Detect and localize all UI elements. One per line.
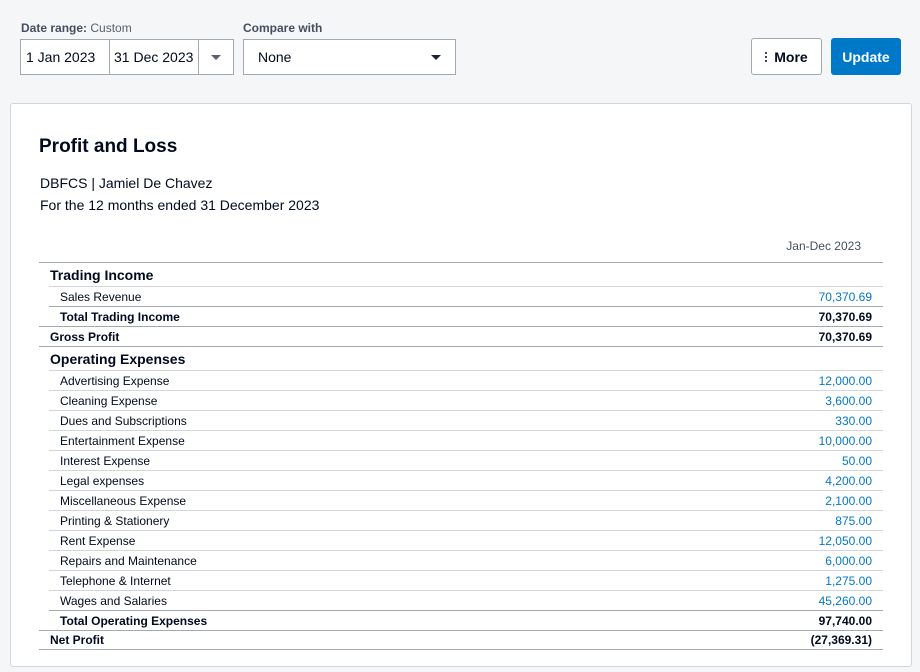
table-row: Miscellaneous Expense 2,100.00	[49, 490, 883, 510]
section-heading-operating-expenses: Operating Expenses	[39, 346, 883, 370]
date-range-dropdown-button[interactable]	[199, 40, 233, 74]
table-row: Printing & Stationery 875.00	[49, 510, 883, 530]
account-amount-link[interactable]: 70,370.69	[819, 290, 872, 304]
operating-expenses-items: Advertising Expense 12,000.00 Cleaning Exp…	[39, 370, 883, 610]
account-name: Repairs and Maintenance	[60, 553, 197, 568]
account-name: Advertising Expense	[60, 373, 170, 388]
account-amount-link[interactable]: 10,000.00	[819, 434, 872, 448]
more-button[interactable]: More	[751, 38, 822, 75]
account-name: Miscellaneous Expense	[60, 493, 187, 508]
account-amount-link[interactable]: 45,260.00	[819, 594, 872, 608]
report-title: Profit and Loss	[39, 136, 178, 157]
trading-income-items: Sales Revenue 70,370.69	[39, 286, 883, 306]
table-row: Wages and Salaries 45,260.00	[49, 590, 883, 610]
total-operating-expenses-row: Total Operating Expenses 97,740.00	[49, 610, 883, 630]
date-range-mode: Custom	[90, 21, 132, 35]
section-heading-trading-income: Trading Income	[39, 262, 883, 286]
table-row: Sales Revenue 70,370.69	[49, 286, 883, 306]
account-amount-link[interactable]: 50.00	[842, 454, 872, 468]
table-row: Legal expenses 4,200.00	[49, 470, 883, 490]
account-amount-link[interactable]: 12,000.00	[819, 374, 872, 388]
date-range-picker: 1 Jan 2023 31 Dec 2023	[20, 39, 234, 75]
account-amount-link[interactable]: 875.00	[835, 514, 872, 528]
chevron-down-icon	[431, 54, 441, 60]
account-name: Wages and Salaries	[60, 593, 167, 608]
account-amount-link[interactable]: 12,050.00	[819, 534, 872, 548]
account-name: Printing & Stationery	[60, 513, 170, 528]
account-name: Telephone & Internet	[60, 573, 171, 588]
total-trading-income-row: Total Trading Income 70,370.69	[49, 306, 883, 326]
table-row: Advertising Expense 12,000.00	[49, 370, 883, 390]
account-amount-link[interactable]: 1,275.00	[825, 574, 872, 588]
more-button-label: More	[774, 48, 808, 65]
account-name: Entertainment Expense	[60, 433, 185, 448]
report-period: For the 12 months ended 31 December 2023	[40, 197, 320, 213]
account-name: Cleaning Expense	[60, 393, 158, 408]
account-name: Interest Expense	[60, 453, 151, 468]
more-vertical-icon	[765, 51, 768, 62]
table-row: Cleaning Expense 3,600.00	[49, 390, 883, 410]
date-range-label: Date range: Custom	[21, 21, 132, 35]
table-row: Rent Expense 12,050.00	[49, 530, 883, 550]
account-amount-link[interactable]: 3,600.00	[825, 394, 872, 408]
net-profit-row: Net Profit (27,369.31)	[39, 630, 883, 650]
end-date-input[interactable]: 31 Dec 2023	[110, 40, 199, 74]
account-amount-link[interactable]: 2,100.00	[825, 494, 872, 508]
profit-loss-table: Trading Income Sales Revenue 70,370.69 To…	[39, 262, 883, 650]
table-row: Dues and Subscriptions 330.00	[49, 410, 883, 430]
compare-with-select[interactable]: None	[243, 39, 456, 75]
account-name: Legal expenses	[60, 473, 145, 488]
compare-with-label: Compare with	[243, 21, 323, 35]
table-row: Repairs and Maintenance 6,000.00	[49, 550, 883, 570]
account-amount-link[interactable]: 6,000.00	[825, 554, 872, 568]
start-date-input[interactable]: 1 Jan 2023	[21, 40, 110, 74]
account-amount-link[interactable]: 330.00	[835, 414, 872, 428]
table-row: Interest Expense 50.00	[49, 450, 883, 470]
table-row: Entertainment Expense 10,000.00	[49, 430, 883, 450]
compare-with-value: None	[258, 49, 292, 65]
update-button[interactable]: Update	[831, 38, 901, 75]
gross-profit-row: Gross Profit 70,370.69	[39, 326, 883, 346]
account-name: Rent Expense	[60, 533, 136, 548]
report-toolbar: Date range: Custom 1 Jan 2023 31 Dec 202…	[0, 0, 920, 100]
account-name: Sales Revenue	[60, 289, 142, 304]
table-row: Telephone & Internet 1,275.00	[49, 570, 883, 590]
chevron-down-icon	[211, 54, 221, 60]
account-name: Dues and Subscriptions	[60, 413, 187, 428]
report-organisation: DBFCS | Jamiel De Chavez	[40, 175, 213, 191]
column-header: Jan-Dec 2023	[786, 239, 861, 253]
report-panel: Profit and Loss DBFCS | Jamiel De Chavez…	[10, 103, 912, 667]
account-amount-link[interactable]: 4,200.00	[825, 474, 872, 488]
